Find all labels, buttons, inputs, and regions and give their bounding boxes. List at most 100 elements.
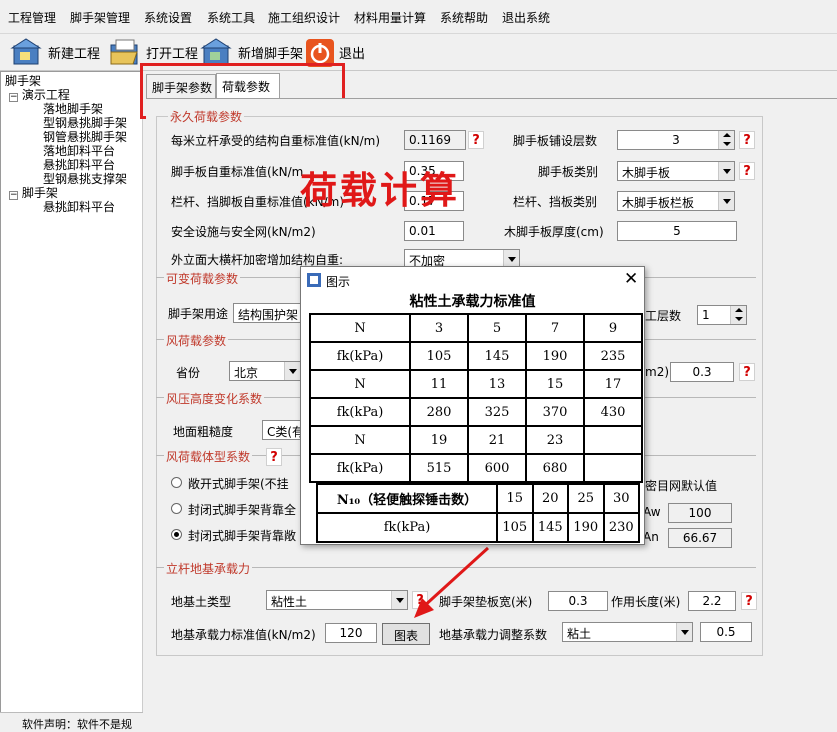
tree-item[interactable]: 型钢悬挑脚手架	[43, 117, 127, 130]
length-field[interactable]: 2.2	[688, 591, 736, 611]
close-icon[interactable]: ✕	[624, 269, 638, 289]
dropdown-arrow-icon[interactable]	[676, 623, 692, 641]
table-cell	[583, 425, 643, 455]
dropdown-arrow-icon[interactable]	[718, 162, 734, 180]
menu-help[interactable]: 系统帮助	[440, 9, 488, 26]
roughness-select[interactable]: C类(有	[262, 420, 302, 440]
table-row: N 11 13 15 17	[309, 369, 643, 399]
help-icon[interactable]: ?	[739, 131, 755, 149]
an-field[interactable]: 66.67	[668, 528, 732, 548]
work-layers-value: 1	[702, 308, 710, 322]
wood-thickness-field[interactable]: 5	[617, 221, 737, 241]
aw-field[interactable]: 100	[668, 503, 732, 523]
table-cell	[583, 453, 643, 483]
table-cell: 19	[409, 425, 469, 455]
tree-group-node[interactable]: − 脚手架	[9, 187, 58, 200]
status-bar: 软件声明：软件不是规	[0, 712, 143, 732]
help-icon[interactable]: ?	[468, 131, 484, 149]
safety-net-field[interactable]: 0.01	[404, 221, 464, 241]
aw-label: Aw	[643, 505, 661, 519]
project-tree: 脚手架 − 演示工程 落地脚手架 型钢悬挑脚手架 钢管悬挑脚手架 落地卸料平台 …	[0, 71, 143, 732]
help-icon[interactable]: ?	[739, 363, 755, 381]
an-label: An	[643, 530, 659, 544]
tree-item[interactable]: 悬挑卸料平台	[43, 159, 115, 172]
table-cell: 325	[467, 397, 527, 427]
rail-type-label: 栏杆、挡板类别	[513, 195, 598, 209]
collapse-icon[interactable]: −	[9, 93, 18, 102]
menu-tools[interactable]: 系统工具	[207, 9, 255, 26]
new-project-button[interactable]: 新建工程	[10, 36, 100, 69]
menu-settings[interactable]: 系统设置	[144, 9, 192, 26]
radio-closed-full[interactable]	[171, 503, 182, 514]
usage-label: 脚手架用途	[168, 307, 229, 321]
board-layers-label: 脚手板铺设层数	[513, 134, 598, 148]
table-row: N3579	[309, 313, 643, 343]
bearing-table: N 3 5 7 9 fk(kPa) 105 145 190 235 N 11 13 15 17 fk(kPa)…	[309, 313, 643, 483]
new-project-icon	[10, 37, 44, 68]
adjust-value-field[interactable]: 0.5	[700, 622, 752, 642]
table-cell: 145	[467, 341, 527, 371]
app-icon	[307, 273, 321, 287]
penetration-cell: 145	[531, 512, 569, 543]
open-project-label: 打开工程	[146, 47, 199, 62]
table-row-header: N	[309, 313, 411, 343]
board-type-select[interactable]: 木脚手板	[617, 161, 735, 181]
tree-group-label: 脚手架	[21, 186, 58, 200]
menu-design[interactable]: 施工组织设计	[268, 9, 340, 26]
help-icon[interactable]: ?	[741, 592, 757, 610]
work-layers-spinner[interactable]: 1	[697, 305, 747, 325]
table-cell: 3	[409, 313, 469, 343]
help-icon[interactable]: ?	[739, 162, 755, 180]
soil-type-select[interactable]: 粘性土	[266, 590, 408, 610]
penetration-cell: 20	[531, 483, 569, 514]
tree-root[interactable]: 脚手架	[5, 75, 41, 88]
self-weight-field[interactable]: 0.1169	[404, 130, 466, 150]
table-cell: 5	[467, 313, 527, 343]
province-select[interactable]: 北京	[229, 361, 301, 381]
board-layers-spinner[interactable]: 3	[617, 130, 735, 150]
rail-type-select[interactable]: 木脚手板栏板	[617, 191, 735, 211]
section-variable-loads: 可变荷载参数	[164, 270, 241, 287]
adjust-type-select[interactable]: 粘土	[562, 622, 693, 642]
dialog-title-bar: 图示 ✕	[301, 267, 644, 294]
radio-open-label: 敞开式脚手架(不挂	[188, 477, 289, 491]
table-row-header: fk(kPa)	[309, 341, 411, 371]
radio-open-scaffold[interactable]	[171, 477, 182, 488]
tree-item[interactable]: 型钢悬挑支撑架	[43, 173, 127, 186]
penetration-cell: 25	[567, 483, 605, 514]
usage-select[interactable]: 结构围护架	[233, 303, 303, 323]
tree-item[interactable]: 落地卸料平台	[43, 145, 115, 158]
help-icon[interactable]: ?	[266, 448, 282, 466]
board-weight-label: 脚手板自重标准值(kN/m	[171, 165, 304, 179]
tree-item[interactable]: 钢管悬挑脚手架	[43, 131, 127, 144]
table-cell: 190	[525, 341, 585, 371]
spinner-arrows-icon[interactable]	[718, 131, 734, 149]
table-row-header: N	[309, 369, 411, 399]
table-row: fk(kPa) 105 145 190 235	[309, 341, 643, 371]
pad-width-field[interactable]: 0.3	[548, 591, 608, 611]
spinner-arrows-icon[interactable]	[730, 306, 746, 324]
radio-closed-open[interactable]	[171, 529, 182, 540]
menu-exit[interactable]: 退出系统	[502, 9, 550, 26]
dialog-title: 图示	[326, 275, 351, 289]
collapse-icon[interactable]: −	[9, 191, 18, 200]
wind-pressure-field[interactable]: 0.3	[670, 362, 734, 382]
bearing-field[interactable]: 120	[325, 623, 377, 643]
table-row: fk(kPa) 515 600 680	[309, 453, 643, 483]
menu-materials[interactable]: 材料用量计算	[354, 9, 426, 26]
toolbar: 新建工程 打开工程 新增脚手架 退出	[0, 33, 837, 71]
menu-scaffold[interactable]: 脚手架管理	[70, 9, 130, 26]
menu-project[interactable]: 工程管理	[8, 9, 56, 26]
tree-item[interactable]: 悬挑卸料平台	[43, 201, 115, 214]
overlay-caption: 荷载计算	[300, 168, 460, 212]
dropdown-arrow-icon[interactable]	[718, 192, 734, 210]
menu-bar: 工程管理 脚手架管理 系统设置 系统工具 施工组织设计 材料用量计算 系统帮助 …	[0, 0, 837, 33]
penetration-header: N₁₀（轻便触探锤击数）	[316, 483, 498, 514]
penetration-cell: 190	[567, 512, 605, 543]
tree-project-node[interactable]: − 演示工程	[9, 89, 70, 102]
table-cell: 11	[409, 369, 469, 399]
tree-item[interactable]: 落地脚手架	[43, 103, 103, 116]
table-cell: 600	[467, 453, 527, 483]
dropdown-arrow-icon[interactable]	[284, 362, 300, 380]
table-cell: 430	[583, 397, 643, 427]
